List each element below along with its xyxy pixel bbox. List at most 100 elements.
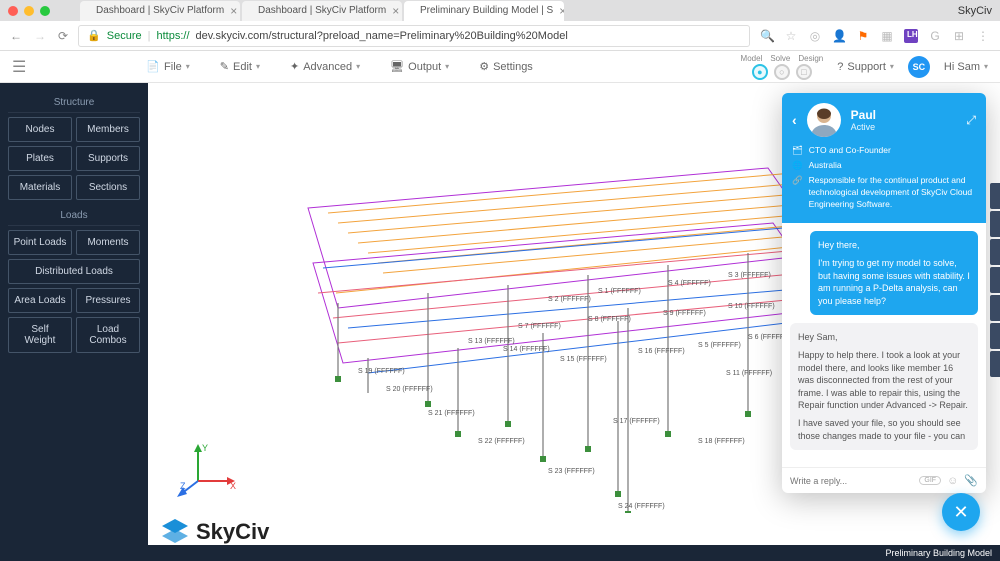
svg-text:S 24 (FFFFFF): S 24 (FFFFFF) <box>618 503 665 510</box>
link-icon: 🔗 <box>792 175 803 211</box>
distributed-loads-button[interactable]: Distributed Loads <box>8 259 140 284</box>
agent-status: Active <box>851 122 876 132</box>
status-bar: Preliminary Building Model <box>0 545 1000 561</box>
minimize-window-icon[interactable] <box>24 6 34 16</box>
edit-menu[interactable]: ✎Edit▾ <box>220 60 260 73</box>
tab-title: Preliminary Building Model | S <box>420 5 553 16</box>
left-sidebar: Structure NodesMembers PlatesSupports Ma… <box>0 83 148 561</box>
svg-text:S 2 (FFFFFF): S 2 (FFFFFF) <box>548 296 591 303</box>
user-menu[interactable]: Hi Sam▾ <box>944 61 988 73</box>
mode-design-button[interactable]: □ <box>796 64 812 80</box>
browser-tab-active[interactable]: Preliminary Building Model | S × <box>404 1 564 21</box>
moments-button[interactable]: Moments <box>76 230 140 255</box>
self-weight-button[interactable]: Self Weight <box>8 317 72 353</box>
svg-text:S 19 (FFFFFF): S 19 (FFFFFF) <box>358 368 405 375</box>
g-icon[interactable]: G <box>928 29 942 43</box>
app-toolbar: ☰ 📄File▾ ✎Edit▾ ✦Advanced▾ 🖥Output▾ ⚙Set… <box>0 51 1000 83</box>
search-icon[interactable]: 🔍 <box>760 29 774 43</box>
svg-text:Z: Z <box>180 481 186 491</box>
plates-button[interactable]: Plates <box>8 146 72 171</box>
pressures-button[interactable]: Pressures <box>76 288 140 313</box>
browser-tab[interactable]: Dashboard | SkyCiv Platform× <box>242 1 402 21</box>
right-edge-tabs <box>990 183 1000 377</box>
menu-icon[interactable]: ⋮ <box>976 29 990 43</box>
expand-icon[interactable]: ⤢ <box>966 113 976 128</box>
advanced-menu[interactable]: ✦Advanced▾ <box>290 60 360 73</box>
user-avatar[interactable]: SC <box>908 56 930 78</box>
svg-text:S 5 (FFFFFF): S 5 (FFFFFF) <box>698 342 741 349</box>
chat-reply-input[interactable] <box>790 476 913 486</box>
load-combos-button[interactable]: Load Combos <box>76 317 140 353</box>
maximize-window-icon[interactable] <box>40 6 50 16</box>
edge-tab[interactable] <box>990 295 1000 321</box>
chat-close-fab[interactable]: ✕ <box>942 493 980 531</box>
svg-text:S 9 (FFFFFF): S 9 (FFFFFF) <box>663 310 706 317</box>
members-button[interactable]: Members <box>76 117 140 142</box>
svg-text:S 16 (FFFFFF): S 16 (FFFFFF) <box>638 348 685 355</box>
svg-text:S 8 (FFFFFF): S 8 (FFFFFF) <box>588 316 631 323</box>
settings-button[interactable]: ⚙Settings <box>479 60 533 73</box>
agent-avatar <box>807 103 841 137</box>
svg-text:S 3 (FFFFFF): S 3 (FFFFFF) <box>728 272 771 279</box>
area-loads-button[interactable]: Area Loads <box>8 288 72 313</box>
back-icon[interactable]: ‹ <box>792 112 797 128</box>
axis-triad: Y X Z <box>178 441 238 501</box>
extension-badge[interactable]: LH <box>904 29 918 43</box>
edge-tab[interactable] <box>990 211 1000 237</box>
attachment-icon[interactable]: 📎 <box>964 474 978 487</box>
structural-model[interactable]: S 2 (FFFFFF) S 1 (FFFFFF) S 4 (FFFFFF) S… <box>168 93 868 513</box>
browser-tab[interactable]: Dashboard | SkyCiv Platform × <box>80 1 240 21</box>
back-icon[interactable]: ← <box>10 29 22 43</box>
svg-text:S 23 (FFFFFF): S 23 (FFFFFF) <box>548 468 595 475</box>
grid-icon[interactable]: ⊞ <box>952 29 966 43</box>
svg-text:S 17 (FFFFFF): S 17 (FFFFFF) <box>613 418 660 425</box>
materials-button[interactable]: Materials <box>8 175 72 200</box>
user-icon[interactable]: 👤 <box>832 29 846 43</box>
forward-icon: → <box>34 29 46 43</box>
model-canvas[interactable]: S 2 (FFFFFF) S 1 (FFFFFF) S 4 (FFFFFF) S… <box>148 83 1000 561</box>
star-icon[interactable]: ☆ <box>784 29 798 43</box>
flag-icon[interactable]: ⚑ <box>856 29 870 43</box>
logo-icon <box>160 517 190 547</box>
close-icon[interactable]: × <box>559 4 564 18</box>
tab-title: Dashboard | SkyCiv Platform <box>96 5 224 16</box>
window-traffic-lights[interactable] <box>8 6 50 16</box>
browser-tabs: Dashboard | SkyCiv Platform× Dashboard |… <box>80 1 566 21</box>
close-window-icon[interactable] <box>8 6 18 16</box>
sidebar-section-loads: Loads <box>8 204 140 226</box>
chat-messages[interactable]: Hey there, I'm trying to get my model to… <box>782 223 986 467</box>
emoji-icon[interactable]: ☺ <box>947 475 958 487</box>
menu-icon[interactable]: ☰ <box>12 57 26 77</box>
svg-text:S 22 (FFFFFF): S 22 (FFFFFF) <box>478 438 525 445</box>
reload-icon[interactable]: ⟳ <box>58 29 68 43</box>
chat-input-row: GIF ☺ 📎 <box>782 467 986 493</box>
url-input[interactable]: 🔒 Secure | https://dev.skyciv.com/struct… <box>78 25 750 47</box>
edge-tab[interactable] <box>990 183 1000 209</box>
svg-text:S 14 (FFFFFF): S 14 (FFFFFF) <box>503 346 550 353</box>
supports-button[interactable]: Supports <box>76 146 140 171</box>
lock-icon: 🔒 <box>87 29 101 42</box>
close-icon[interactable]: × <box>230 4 237 18</box>
support-menu[interactable]: ?Support▾ <box>837 61 894 73</box>
edge-tab[interactable] <box>990 351 1000 377</box>
logo-text: SkyCiv <box>196 519 269 545</box>
briefcase-icon: 🗂 <box>792 145 803 157</box>
mode-model-button[interactable]: ● <box>752 64 768 80</box>
mode-solve-button[interactable]: ○ <box>774 64 790 80</box>
circles-icon[interactable]: ◎ <box>808 29 822 43</box>
nodes-button[interactable]: Nodes <box>8 117 72 142</box>
edge-tab[interactable] <box>990 239 1000 265</box>
edge-tab[interactable] <box>990 323 1000 349</box>
output-menu[interactable]: 🖥Output▾ <box>390 60 449 73</box>
secure-label: Secure <box>107 30 142 42</box>
gif-button[interactable]: GIF <box>919 476 941 485</box>
point-loads-button[interactable]: Point Loads <box>8 230 72 255</box>
workspace: Structure NodesMembers PlatesSupports Ma… <box>0 83 1000 561</box>
sections-button[interactable]: Sections <box>76 175 140 200</box>
close-icon[interactable]: × <box>392 4 399 18</box>
chat-panel: ‹ Paul Active ⤢ 🗂CTO and Co-Founder 🌐Aus… <box>782 93 986 493</box>
edge-tab[interactable] <box>990 267 1000 293</box>
agent-bio: 🗂CTO and Co-Founder 🌐Australia 🔗Responsi… <box>792 145 976 213</box>
file-menu[interactable]: 📄File▾ <box>146 60 189 73</box>
calendar-icon[interactable]: ▦ <box>880 29 894 43</box>
